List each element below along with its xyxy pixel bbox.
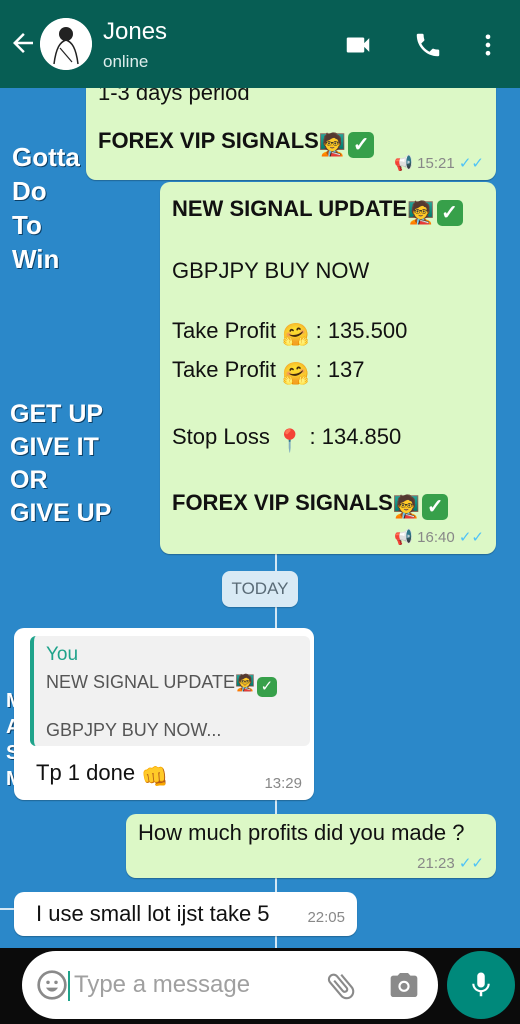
video-call-icon[interactable] — [342, 30, 374, 60]
message-input-container[interactable]: Type a message — [22, 951, 438, 1019]
contact-name[interactable]: Jones — [103, 18, 167, 46]
message-time: 16:40 — [417, 529, 455, 546]
chat-area[interactable]: GottaDoToWin GET UPGIVE ITORGIVE UP MASM… — [0, 88, 520, 948]
read-ticks-icon: ✓✓ — [458, 529, 484, 546]
message-text: Tp 1 done 👊 — [36, 760, 169, 789]
phone-icon[interactable] — [412, 30, 444, 60]
message-bubble-incoming[interactable]: I use small lot ijst take 5 22:05 — [14, 892, 357, 936]
message-text: Stop Loss 📍 : 134.850 — [172, 424, 402, 453]
message-input[interactable]: Type a message — [74, 971, 250, 999]
avatar[interactable] — [40, 18, 92, 70]
quote-author: You — [46, 644, 79, 665]
message-text: GBPJPY BUY NOW — [172, 258, 370, 283]
message-time: 22:05 — [307, 909, 345, 926]
hugging-face-icon: 🤗 — [282, 361, 310, 386]
message-meta: 📢 15:21 ✓✓ — [394, 154, 484, 172]
quote-text: GBPJPY BUY NOW... — [46, 720, 222, 740]
check-mark-icon: ✓ — [436, 200, 463, 226]
read-ticks-icon: ✓✓ — [458, 155, 484, 172]
emoji-icon[interactable] — [36, 969, 68, 1001]
quoted-message[interactable]: You NEW SIGNAL UPDATE🧑‍🏫 ✓ GBPJPY BUY NOW… — [30, 636, 310, 746]
check-mark-icon: ✓ — [348, 132, 375, 158]
arrow-left-icon[interactable] — [8, 28, 38, 58]
message-time: 21:23 — [417, 855, 455, 872]
wallpaper-text: Gotta Do To Win — [12, 142, 80, 274]
emoji-icon: 🧑‍🏫 — [235, 675, 255, 692]
emoji-icon: 🧑‍🏫 — [318, 132, 347, 157]
pin-icon: 📍 — [275, 428, 304, 453]
emoji-icon: 🧑‍🏫 — [392, 494, 421, 519]
megaphone-icon: 📢 — [394, 529, 413, 546]
message-text: I use small lot ijst take 5 — [36, 901, 270, 926]
message-time: 15:21 — [417, 155, 455, 172]
message-bubble-outgoing[interactable]: 1-3 days period FOREX VIP SIGNALS🧑‍🏫 ✓ 📢 … — [86, 88, 496, 180]
wallpaper-text: GET UP GIVE IT OR GIVE UP — [10, 400, 112, 527]
more-vertical-icon[interactable] — [474, 30, 502, 60]
fist-icon: 👊 — [141, 764, 169, 789]
message-meta: 21:23 ✓✓ — [417, 854, 484, 872]
read-ticks-icon: ✓✓ — [458, 855, 484, 872]
hugging-face-icon: 🤗 — [282, 322, 310, 347]
emoji-icon: 🧑‍🏫 — [407, 200, 435, 225]
message-text: FOREX VIP SIGNALS🧑‍🏫 ✓ — [172, 490, 449, 520]
contact-status: online — [103, 52, 149, 71]
quote-text: NEW SIGNAL UPDATE🧑‍🏫 ✓ — [46, 672, 277, 697]
chat-header: Jones online — [0, 0, 520, 88]
check-mark-icon: ✓ — [422, 494, 449, 520]
mic-button[interactable] — [447, 951, 515, 1019]
message-text: NEW SIGNAL UPDATE🧑‍🏫 ✓ — [172, 196, 463, 226]
message-time: 13:29 — [264, 775, 302, 792]
megaphone-icon: 📢 — [394, 155, 413, 172]
message-text: Take Profit 🤗 : 135.500 — [172, 318, 408, 347]
text-cursor — [68, 971, 70, 1001]
microphone-icon — [472, 972, 490, 997]
message-text: Take Profit 🤗 : 137 — [172, 357, 365, 386]
camera-icon[interactable] — [388, 969, 420, 1001]
message-text: How much profits did you made ? — [138, 820, 465, 845]
message-bubble-outgoing[interactable]: NEW SIGNAL UPDATE🧑‍🏫 ✓ GBPJPY BUY NOW Tak… — [160, 182, 496, 554]
paperclip-icon[interactable] — [324, 969, 358, 1003]
message-bubble-outgoing[interactable]: How much profits did you made ? 21:23 ✓✓ — [126, 814, 496, 878]
message-text: FOREX VIP SIGNALS🧑‍🏫 ✓ — [98, 128, 375, 158]
message-meta: 📢 16:40 ✓✓ — [394, 528, 484, 546]
message-bubble-incoming[interactable]: You NEW SIGNAL UPDATE🧑‍🏫 ✓ GBPJPY BUY NOW… — [14, 628, 314, 800]
message-text: 1-3 days period — [98, 88, 250, 105]
check-mark-icon: ✓ — [256, 677, 277, 697]
date-divider: TODAY — [222, 571, 298, 607]
